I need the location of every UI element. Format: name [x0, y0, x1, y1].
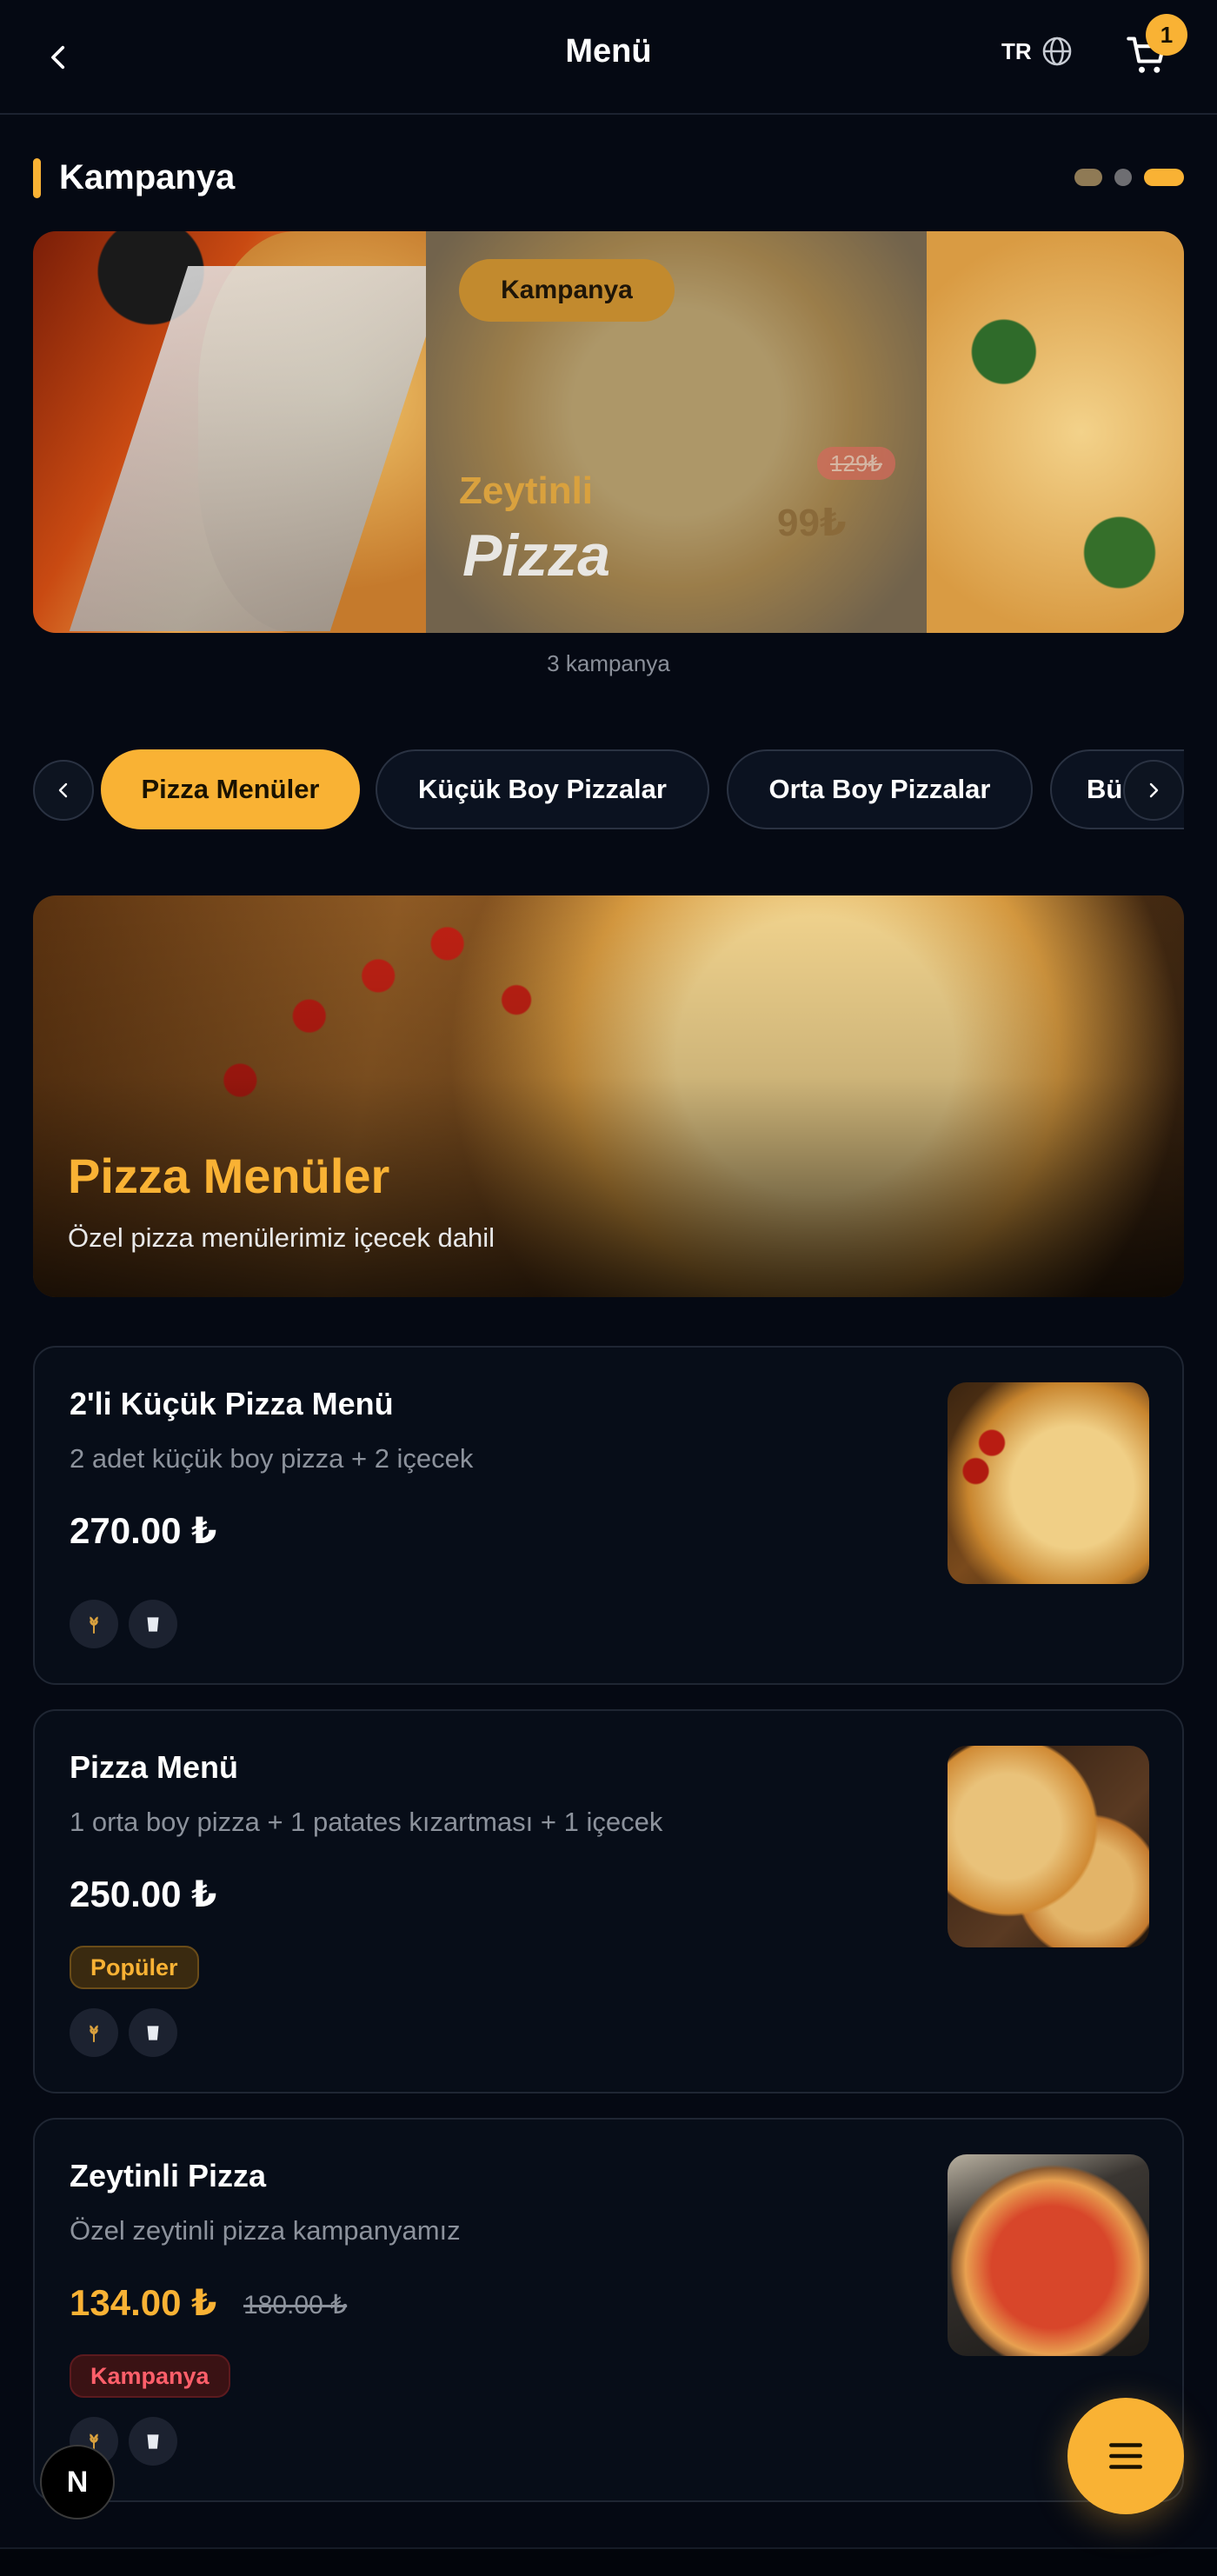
product-description: 2 adet küçük boy pizza + 2 içecek [70, 1443, 474, 1474]
carousel-dot-3-active[interactable] [1144, 169, 1184, 186]
tab-kucuk-boy-pizzalar[interactable]: Küçük Boy Pizzalar [376, 749, 709, 829]
carousel-dots [1074, 169, 1184, 186]
popular-badge: Popüler [70, 1946, 199, 1989]
category-hero-title: Pizza Menüler [68, 1148, 390, 1203]
campaign-new-price: 99₺ [777, 502, 847, 544]
product-card[interactable]: Pizza Menü 1 orta boy pizza + 1 patates … [33, 1709, 1184, 2093]
cup-icon [129, 1600, 177, 1648]
product-image [948, 2154, 1149, 2356]
top-header: Menü TR 1 [0, 0, 1217, 115]
product-image [948, 1746, 1149, 1947]
wheat-icon [70, 1600, 118, 1648]
product-price: 134.00 ₺ [70, 2282, 217, 2323]
product-card[interactable]: Zeytinli Pizza Özel zeytinli pizza kampa… [33, 2118, 1184, 2502]
campaign-slide-title-line1: Zeytinli [459, 469, 594, 512]
tab-pizza-menuler[interactable]: Pizza Menüler [101, 749, 360, 829]
dev-tools-button[interactable]: N [40, 2445, 115, 2519]
cart-count-badge: 1 [1146, 14, 1187, 56]
campaign-badge: Kampanya [70, 2354, 230, 2398]
campaign-section-title: Kampanya [59, 158, 236, 196]
category-hero-banner: Pizza Menüler Özel pizza menülerimiz içe… [33, 895, 1184, 1297]
campaign-slide-image-left [33, 231, 449, 633]
product-description: Özel zeytinli pizza kampanyamız [70, 2215, 461, 2246]
product-name: Zeytinli Pizza [70, 2158, 267, 2193]
tabs-scroll-right-button[interactable] [1123, 760, 1184, 821]
cup-icon [129, 2008, 177, 2057]
tabs-scroll-left-button[interactable] [33, 760, 94, 821]
campaign-section-header: Kampanya [33, 156, 1184, 200]
product-old-price: 180.00 ₺ [243, 2291, 348, 2320]
product-name: 2'li Küçük Pizza Menü [70, 1386, 394, 1421]
campaign-count: 3 kampanya [547, 650, 670, 676]
product-allergens [70, 2008, 177, 2057]
category-hero-subtitle: Özel pizza menülerimiz içecek dahil [68, 1222, 495, 1253]
product-price: 270.00 ₺ [70, 1510, 217, 1551]
globe-icon [1042, 37, 1071, 66]
chevron-right-icon [1149, 782, 1159, 798]
product-price: 250.00 ₺ [70, 1874, 217, 1914]
menu-icon [1109, 2443, 1142, 2469]
campaign-pill[interactable]: Kampanya [459, 259, 675, 322]
product-allergens [70, 1600, 177, 1648]
tab-orta-boy-pizzalar[interactable]: Orta Boy Pizzalar [727, 749, 1033, 829]
product-card[interactable]: 2'li Küçük Pizza Menü 2 adet küçük boy p… [33, 1346, 1184, 1685]
language-switcher[interactable]: TR [1001, 35, 1074, 68]
wheat-icon [70, 2008, 118, 2057]
carousel-dot-1[interactable] [1074, 169, 1102, 186]
product-name: Pizza Menü [70, 1749, 239, 1785]
campaign-old-price: 129₺ [817, 447, 895, 480]
category-tabs: Pizza Menüler Küçük Boy Pizzalar Orta Bo… [33, 748, 1184, 831]
campaign-slide-title-line2: Pizza [462, 523, 611, 589]
dev-tools-letter: N [66, 2465, 89, 2499]
cup-icon [129, 2417, 177, 2466]
bottom-edge [0, 2547, 1217, 2576]
carousel-dot-2[interactable] [1114, 169, 1132, 186]
product-description: 1 orta boy pizza + 1 patates kızartması … [70, 1807, 663, 1837]
category-menu-fab[interactable] [1067, 2398, 1184, 2514]
language-code: TR [1001, 37, 1032, 64]
campaign-slide-image-right [927, 231, 1184, 633]
product-image [948, 1382, 1149, 1584]
section-accent-bar [33, 158, 41, 198]
chevron-left-icon [58, 782, 68, 798]
